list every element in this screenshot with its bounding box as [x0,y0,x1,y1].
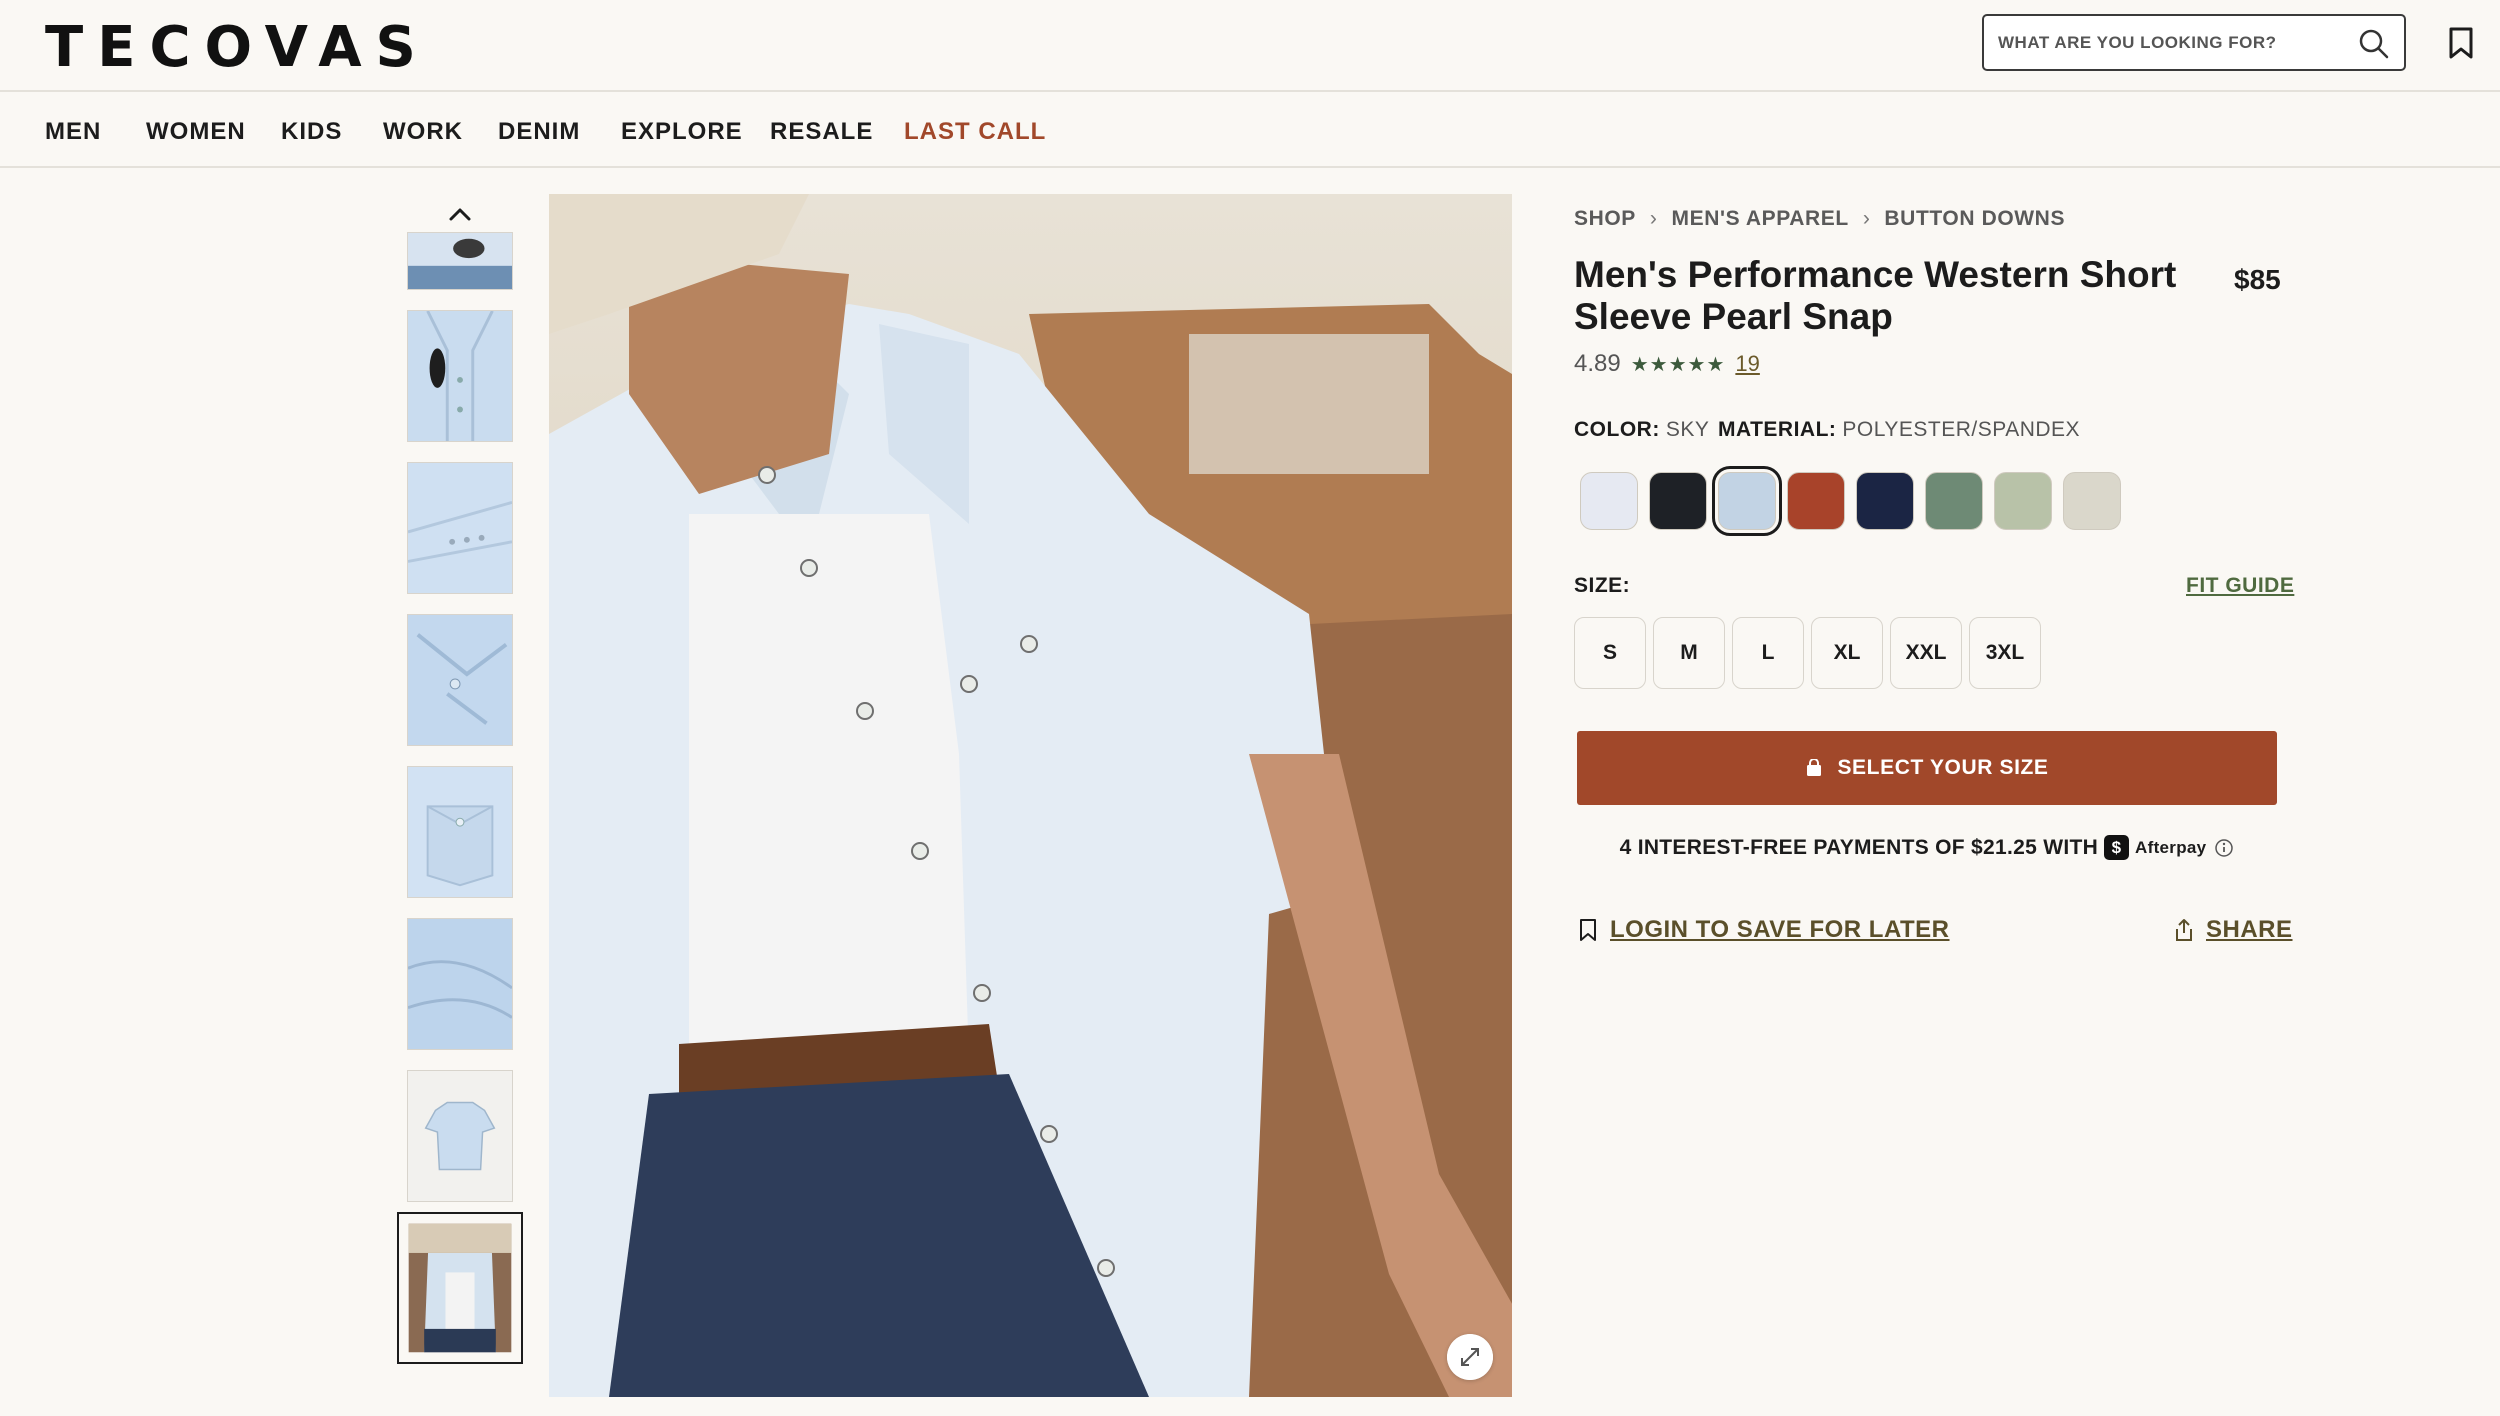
breadcrumb-mens-apparel[interactable]: MEN'S APPAREL [1672,207,1849,230]
size-button-s[interactable]: S [1574,617,1646,689]
product-rating: 4.89 ★★★★★ 19 [1574,350,1760,378]
bag-icon [1807,759,1822,776]
chevron-up-icon[interactable] [446,202,474,224]
breadcrumb-shop[interactable]: SHOP [1574,207,1636,230]
size-button-xl[interactable]: XL [1811,617,1883,689]
nav-last-call[interactable]: LAST CALL [904,118,1046,146]
site-header: TECOVAS [0,0,2500,92]
material-value: POLYESTER/SPANDEX [1842,418,2081,441]
bookmark-icon[interactable] [2447,26,2475,60]
search-input[interactable] [1998,28,2338,58]
rating-stars: ★★★★★ [1630,353,1726,376]
afterpay-badge: $ [2104,835,2130,860]
material-attribute: MATERIAL: POLYESTER/SPANDEX [1718,418,2080,442]
nav-women[interactable]: WOMEN [146,118,246,146]
afterpay-message: 4 INTEREST-FREE PAYMENTS OF $21.25 WITH … [1574,835,2280,860]
color-swatch-8[interactable] [2063,472,2121,530]
afterpay-brand: Afterpay [2135,837,2207,857]
nav-men[interactable]: MEN [45,118,101,146]
share-label: SHARE [2206,916,2293,943]
color-swatch-1[interactable] [1580,472,1638,530]
product-price: $85 [2234,264,2281,295]
afterpay-text: 4 INTEREST-FREE PAYMENTS OF $21.25 WITH [1619,835,2099,859]
search-box[interactable] [1982,14,2406,71]
thumbnail-1[interactable] [407,232,513,290]
expand-icon[interactable] [1447,1334,1493,1380]
main-nav: MEN WOMEN KIDS WORK DENIM EXPLORE RESALE… [0,92,2500,168]
color-value: SKY [1665,418,1710,441]
brand-logo[interactable]: TECOVAS [45,18,430,78]
thumbnail-2[interactable] [407,310,513,442]
color-attribute: COLOR: SKY [1574,418,1709,442]
rating-value: 4.89 [1574,350,1621,377]
thumbnail-4[interactable] [407,614,513,746]
nav-work[interactable]: WORK [383,118,463,146]
share-link[interactable]: SHARE [2172,916,2293,944]
color-swatch-3[interactable] [1712,466,1782,536]
save-for-later-link[interactable]: LOGIN TO SAVE FOR LATER [1578,916,1950,944]
nav-resale[interactable]: RESALE [770,118,873,146]
breadcrumb-separator: › [1649,207,1658,230]
fit-guide-link[interactable]: FIT GUIDE [2186,574,2294,598]
info-icon[interactable] [2214,838,2234,858]
select-size-button[interactable]: SELECT YOUR SIZE [1577,731,2277,805]
material-label: MATERIAL: [1718,418,1837,441]
breadcrumb-button-downs[interactable]: BUTTON DOWNS [1884,207,2065,230]
size-button-xxl[interactable]: XXL [1890,617,1962,689]
size-button-l[interactable]: L [1732,617,1804,689]
size-button-3xl[interactable]: 3XL [1969,617,2041,689]
color-swatch-4[interactable] [1787,472,1845,530]
thumbnail-6[interactable] [407,918,513,1050]
review-count-link[interactable]: 19 [1735,351,1759,377]
bookmark-icon [1580,919,1596,941]
color-swatch-6[interactable] [1925,472,1983,530]
color-label: COLOR: [1574,418,1660,441]
product-title: Men's Performance Western Short Sleeve P… [1574,254,2177,337]
thumbnail-5[interactable] [407,766,513,898]
save-for-later-label: LOGIN TO SAVE FOR LATER [1610,916,1950,943]
size-label: SIZE: [1574,574,1631,597]
share-icon [2176,919,2192,941]
thumbnail-8-active[interactable] [397,1212,523,1364]
color-swatch-7[interactable] [1994,472,2052,530]
product-main-image[interactable] [549,194,1512,1397]
color-swatch-5[interactable] [1856,472,1914,530]
breadcrumb-separator: › [1862,207,1871,230]
breadcrumb: SHOP › MEN'S APPAREL › BUTTON DOWNS [1574,207,2065,231]
size-button-m[interactable]: M [1653,617,1725,689]
thumbnail-7[interactable] [407,1070,513,1202]
nav-denim[interactable]: DENIM [498,118,580,146]
nav-explore[interactable]: EXPLORE [621,118,743,146]
search-icon[interactable] [2358,28,2390,60]
thumbnail-3[interactable] [407,462,513,594]
select-size-label: SELECT YOUR SIZE [1837,756,2049,779]
nav-kids[interactable]: KIDS [281,118,342,146]
color-swatch-2[interactable] [1649,472,1707,530]
